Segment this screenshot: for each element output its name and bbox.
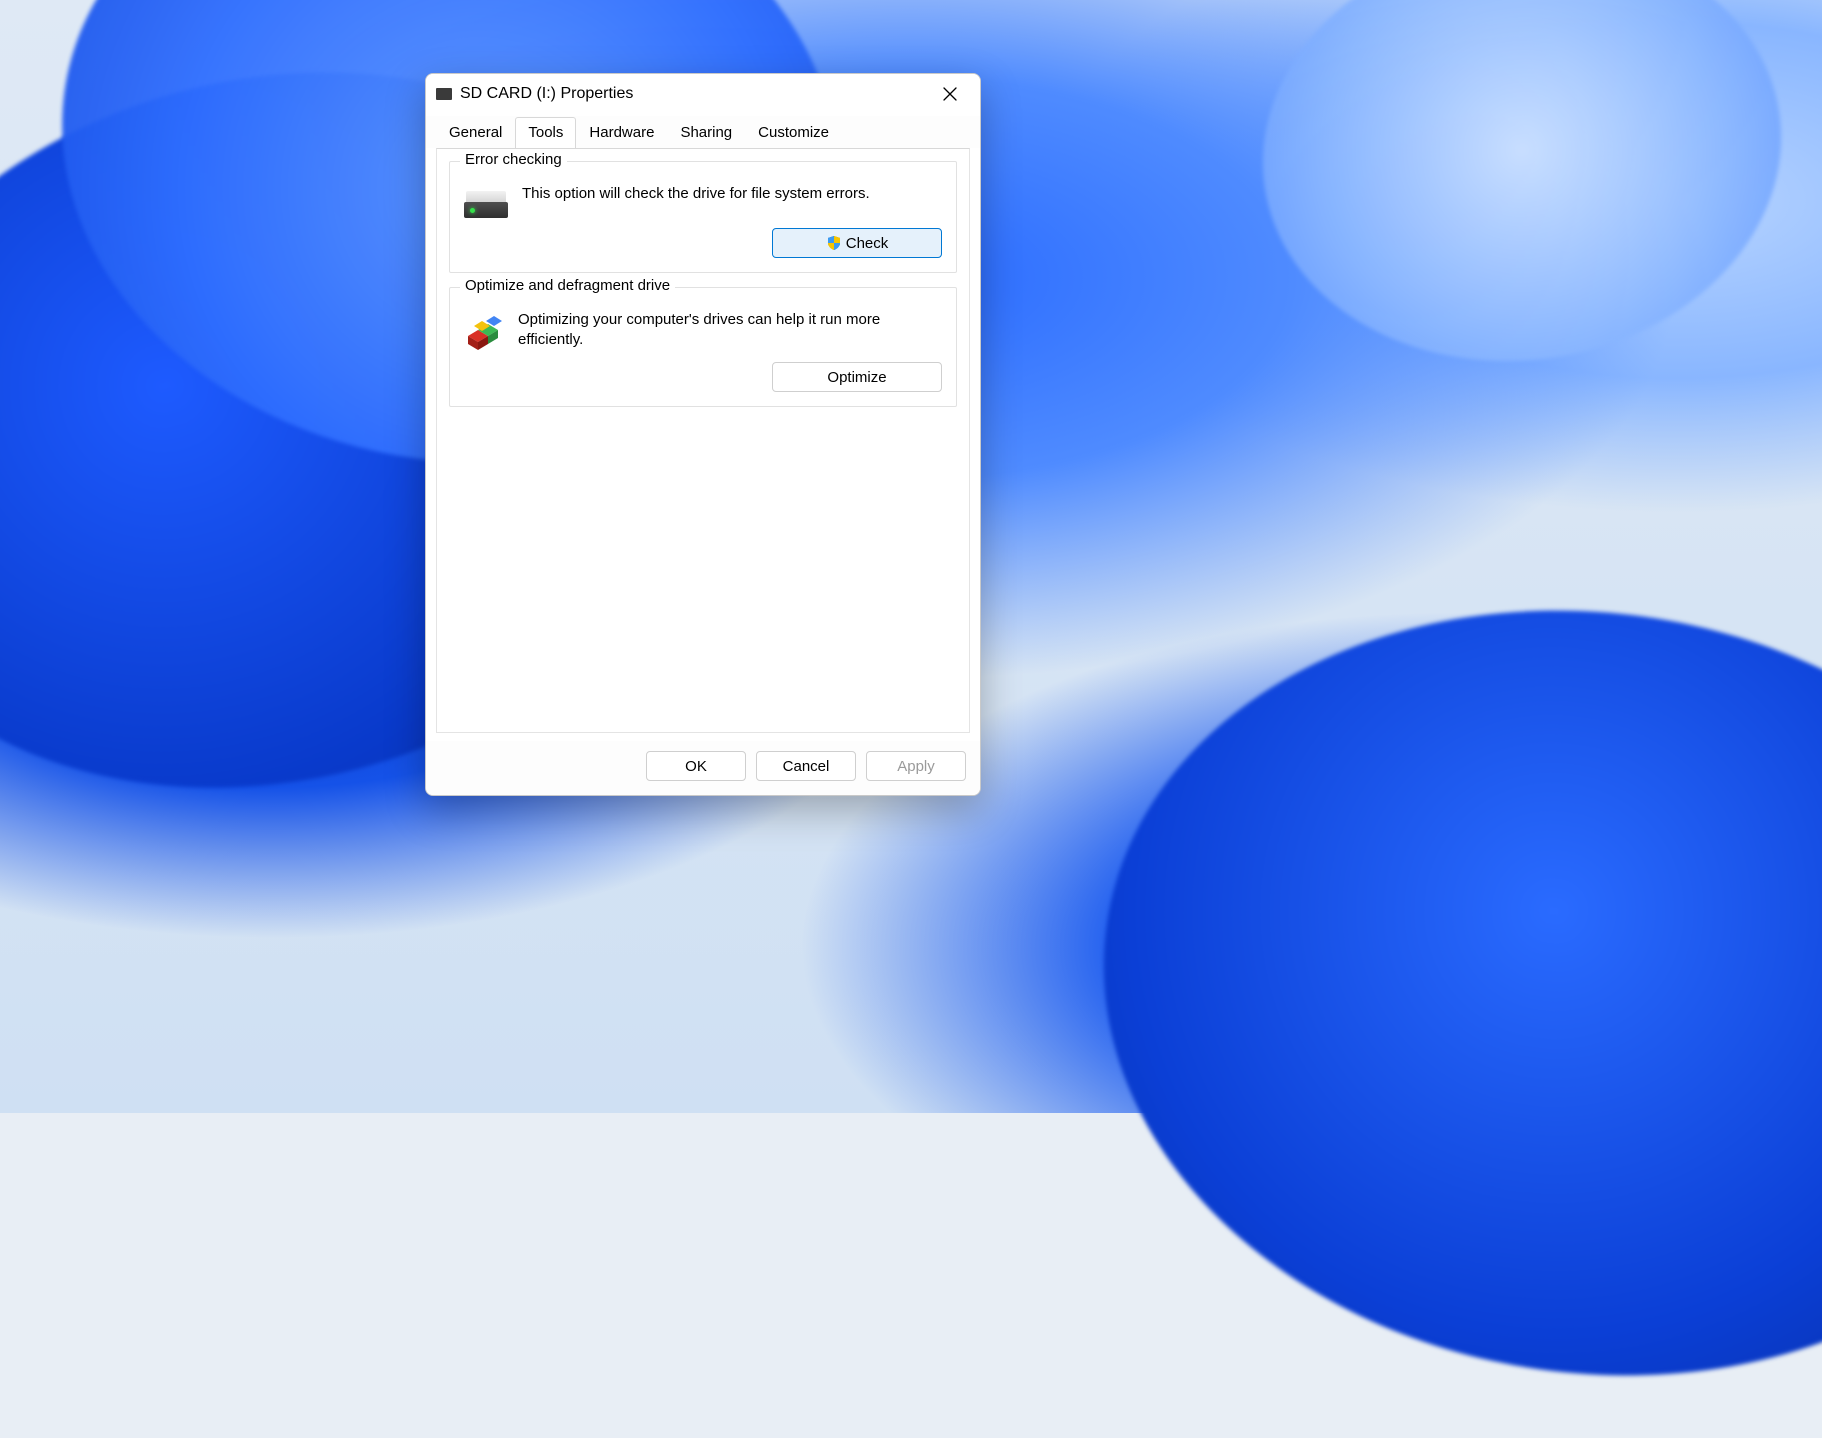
close-button[interactable] xyxy=(928,78,972,110)
error-checking-title: Error checking xyxy=(460,151,567,168)
error-checking-description: This option will check the drive for fil… xyxy=(522,184,870,204)
tab-strip: General Tools Hardware Sharing Customize xyxy=(426,116,980,148)
ok-button-label: OK xyxy=(685,758,707,775)
optimize-title: Optimize and defragment drive xyxy=(460,277,675,294)
drive-title-icon xyxy=(436,88,452,100)
titlebar[interactable]: SD CARD (I:) Properties xyxy=(426,74,980,114)
tab-panel-tools: Error checking This option will check th… xyxy=(436,148,970,733)
tab-sharing[interactable]: Sharing xyxy=(667,117,745,148)
check-button-label: Check xyxy=(846,235,889,252)
tab-customize[interactable]: Customize xyxy=(745,117,842,148)
tab-hardware[interactable]: Hardware xyxy=(576,117,667,148)
optimize-group: Optimize and defragment drive xyxy=(449,287,957,407)
properties-dialog: SD CARD (I:) Properties General Tools Ha… xyxy=(425,73,981,796)
uac-shield-icon xyxy=(826,235,842,251)
optimize-description: Optimizing your computer's drives can he… xyxy=(518,310,942,351)
drive-icon xyxy=(464,188,508,218)
optimize-button[interactable]: Optimize xyxy=(772,362,942,392)
tab-tools[interactable]: Tools xyxy=(515,117,576,148)
window-title: SD CARD (I:) Properties xyxy=(460,85,928,103)
apply-button[interactable]: Apply xyxy=(866,751,966,781)
optimize-body: Optimizing your computer's drives can he… xyxy=(464,310,942,352)
check-button[interactable]: Check xyxy=(772,228,942,258)
apply-button-label: Apply xyxy=(897,758,935,775)
optimize-button-label: Optimize xyxy=(827,369,886,386)
close-icon xyxy=(943,87,957,101)
error-checking-group: Error checking This option will check th… xyxy=(449,161,957,273)
wallpaper-petal xyxy=(1235,0,1808,394)
error-checking-body: This option will check the drive for fil… xyxy=(464,184,942,218)
tab-general[interactable]: General xyxy=(436,117,515,148)
wallpaper-petal xyxy=(1054,549,1822,1438)
dialog-footer: OK Cancel Apply xyxy=(426,741,980,795)
cancel-button-label: Cancel xyxy=(783,758,830,775)
cancel-button[interactable]: Cancel xyxy=(756,751,856,781)
ok-button[interactable]: OK xyxy=(646,751,746,781)
defrag-icon xyxy=(464,312,504,352)
